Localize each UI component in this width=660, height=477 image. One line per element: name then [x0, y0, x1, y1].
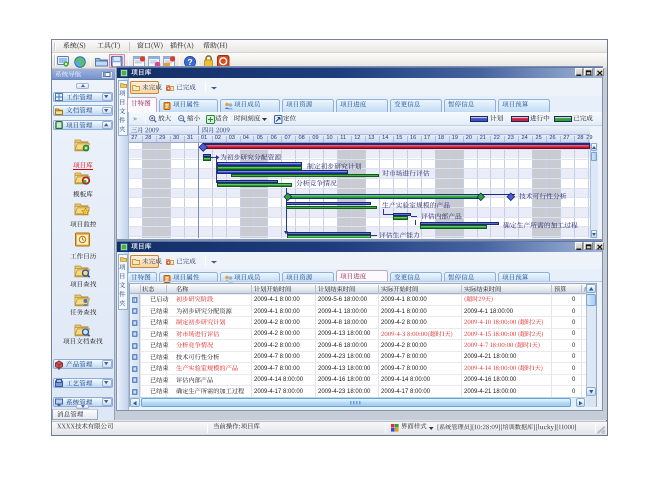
- svg-text:?: ?: [187, 57, 192, 67]
